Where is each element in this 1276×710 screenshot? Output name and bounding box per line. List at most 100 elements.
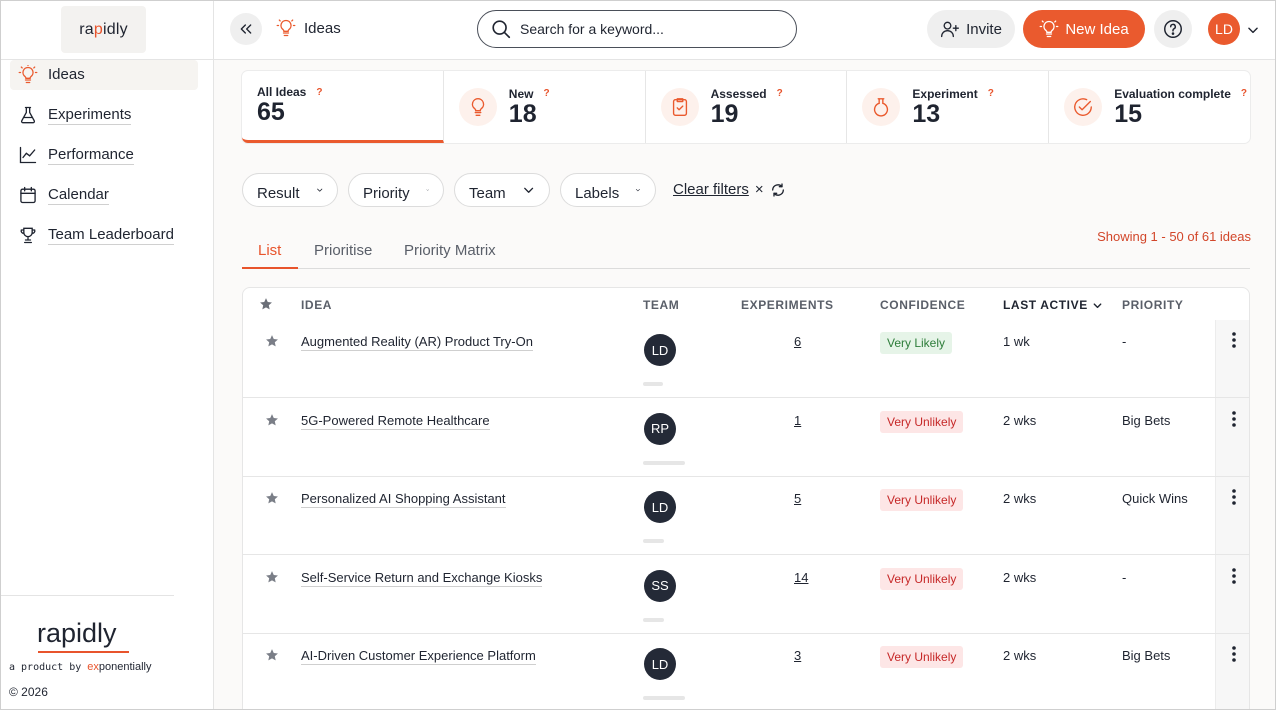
collapse-sidebar-button[interactable]: [230, 13, 262, 45]
stat-name: Experiment?: [912, 87, 993, 101]
table-row[interactable]: 5G-Powered Remote Healthcare RP 1 Very U…: [243, 399, 1249, 477]
filter-label: Team: [469, 184, 506, 202]
tab-priority-matrix[interactable]: Priority Matrix: [404, 242, 496, 259]
table-row[interactable]: Self-Service Return and Exchange Kiosks …: [243, 556, 1249, 634]
stat-card-evaluation-complete[interactable]: Evaluation complete? 15: [1049, 71, 1250, 143]
filter-priority[interactable]: Priority: [348, 173, 444, 207]
help-question-icon[interactable]: ?: [777, 88, 783, 99]
sidebar-item-calendar[interactable]: Calendar: [10, 180, 198, 210]
more-vertical-icon[interactable]: [1224, 567, 1244, 584]
column-header-priority[interactable]: PRIORITY: [1122, 298, 1183, 312]
sidebar-item-experiments[interactable]: Experiments: [10, 100, 198, 130]
table-row[interactable]: Personalized AI Shopping Assistant LD 5 …: [243, 477, 1249, 555]
sidebar-item-performance[interactable]: Performance: [10, 140, 198, 170]
stat-text: All Ideas? 65: [257, 85, 322, 126]
filter-result[interactable]: Result: [242, 173, 338, 207]
column-header-experiments[interactable]: EXPERIMENTS: [741, 298, 834, 312]
sidebar-item-label: Team Leaderboard: [48, 225, 174, 245]
sidebar-item-label: Ideas: [48, 66, 85, 83]
more-vertical-icon[interactable]: [1224, 332, 1244, 348]
double-chevron-left-icon: [240, 24, 252, 34]
filter-labels[interactable]: Labels: [560, 173, 656, 207]
user-avatar[interactable]: LD: [1208, 13, 1240, 45]
sidebar-item-team-leaderboard[interactable]: Team Leaderboard: [10, 220, 198, 250]
help-question-icon[interactable]: ?: [1241, 88, 1247, 99]
idea-link[interactable]: Self-Service Return and Exchange Kiosks: [301, 569, 543, 587]
invite-button[interactable]: Invite: [927, 10, 1015, 48]
calendar-icon: [20, 186, 36, 204]
column-header-confidence[interactable]: CONFIDENCE: [880, 298, 965, 312]
idea-link[interactable]: Augmented Reality (AR) Product Try-On: [301, 334, 533, 351]
star-icon[interactable]: [265, 413, 279, 427]
column-header-team[interactable]: TEAM: [643, 298, 679, 312]
table-row[interactable]: Augmented Reality (AR) Product Try-On LD…: [243, 320, 1249, 398]
confidence-badge: Very Unlikely: [880, 489, 964, 511]
line-chart-icon: [19, 146, 37, 164]
idea-cell: 5G-Powered Remote Healthcare: [301, 412, 490, 430]
team-progress-bar: [643, 460, 685, 465]
clear-filters: Clear filters ×: [673, 181, 786, 198]
filter-team[interactable]: Team: [454, 173, 550, 207]
priority-cell: Big Bets: [1122, 648, 1171, 663]
close-icon[interactable]: ×: [755, 181, 764, 198]
exponentially-brand[interactable]: exponentially: [87, 661, 151, 673]
star-icon[interactable]: [265, 570, 279, 584]
column-header-idea[interactable]: IDEA: [301, 298, 332, 312]
more-vertical-icon[interactable]: [1224, 489, 1244, 505]
experiments-count-link[interactable]: 5: [794, 491, 801, 506]
idea-link[interactable]: 5G-Powered Remote Healthcare: [301, 412, 490, 430]
avatar[interactable]: SS: [644, 569, 676, 602]
avatar[interactable]: LD: [644, 648, 676, 680]
stat-card-assessed[interactable]: Assessed? 19: [646, 71, 848, 143]
clipboard-check-icon: [660, 88, 699, 126]
help-question-icon[interactable]: ?: [543, 88, 549, 99]
stat-text: New? 18: [509, 87, 550, 128]
lightbulb-icon: [1039, 20, 1059, 38]
more-vertical-icon[interactable]: [1224, 410, 1244, 427]
idea-link[interactable]: AI-Driven Customer Experience Platform: [301, 648, 536, 665]
avatar[interactable]: RP: [644, 412, 676, 445]
clear-filters-link[interactable]: Clear filters: [673, 181, 749, 198]
stat-card-all-ideas[interactable]: All Ideas? 65: [242, 71, 444, 143]
tab-list[interactable]: List: [258, 242, 281, 259]
tab-prioritise[interactable]: Prioritise: [314, 242, 372, 259]
logo-text-highlight: p: [93, 20, 103, 38]
experiments-count-link[interactable]: 3: [794, 648, 801, 663]
stat-card-new[interactable]: New? 18: [444, 71, 646, 143]
footer-tagline: a product by exponentially: [9, 661, 152, 673]
avatar[interactable]: LD: [644, 334, 676, 366]
chevron-down-icon[interactable]: [1246, 23, 1260, 37]
footer-tagline-prefix: a product by: [9, 662, 82, 673]
sidebar-item-ideas[interactable]: Ideas: [10, 60, 198, 90]
chevron-down-icon: [636, 188, 641, 192]
experiments-count-link[interactable]: 1: [794, 413, 801, 428]
stat-label: New: [508, 86, 534, 101]
idea-cell: Self-Service Return and Exchange Kiosks: [301, 569, 543, 587]
search-box[interactable]: [477, 10, 797, 48]
app-logo[interactable]: ra p idly: [61, 6, 146, 53]
star-icon[interactable]: [265, 334, 279, 348]
experiments-count-link[interactable]: 14: [794, 570, 808, 585]
star-icon[interactable]: [259, 297, 273, 311]
new-idea-button[interactable]: New Idea: [1023, 10, 1145, 48]
search-input[interactable]: [520, 21, 780, 37]
trophy-icon: [20, 227, 36, 244]
avatar[interactable]: LD: [644, 491, 676, 523]
more-vertical-icon[interactable]: [1224, 646, 1244, 662]
help-question-icon[interactable]: ?: [988, 88, 994, 99]
star-icon[interactable]: [265, 491, 279, 505]
experiments-count-link[interactable]: 6: [794, 334, 801, 349]
help-button[interactable]: [1154, 10, 1192, 48]
refresh-icon[interactable]: [770, 182, 786, 198]
star-icon[interactable]: [265, 648, 279, 662]
table-row[interactable]: AI-Driven Customer Experience Platform L…: [243, 634, 1249, 710]
stats-bar: All Ideas? 65 New? 18 Assessed? 19 Exper…: [242, 71, 1250, 143]
stat-card-experiment[interactable]: Experiment? 13: [847, 71, 1050, 143]
stat-name: Evaluation complete?: [1114, 87, 1247, 101]
help-question-icon[interactable]: ?: [316, 87, 322, 98]
idea-link[interactable]: Personalized AI Shopping Assistant: [301, 491, 506, 508]
column-header-label: LAST ACTIVE: [1003, 298, 1088, 312]
new-idea-label: New Idea: [1065, 20, 1129, 38]
team-progress-bar: [643, 696, 685, 700]
column-header-last-active[interactable]: LAST ACTIVE: [1003, 298, 1103, 312]
